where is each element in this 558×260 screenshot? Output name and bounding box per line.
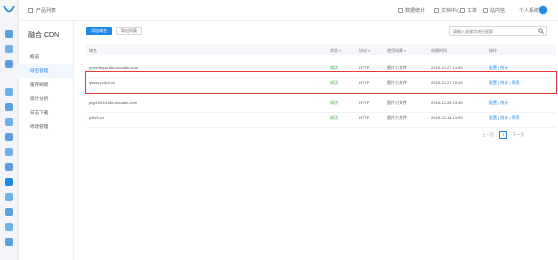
protocol-cell: HTTP [359,80,370,85]
status-badge: 成功 [330,80,338,85]
main-content: 添加域名 导出列表 域名 状态 ▿ 协议 ▿ 使用场景 ▿ 创建时间 操作 pu… [74,20,558,260]
prev-page-button[interactable]: 上一页 [482,132,494,137]
compute-icon[interactable] [5,45,13,53]
dns-icon[interactable] [5,193,13,201]
breadcrumb[interactable]: 产品列表 [28,7,56,14]
scene-cell: 图片小文件 [387,100,407,105]
ticket-link[interactable]: 工单 [460,7,477,14]
logo-icon [3,5,15,13]
domain-cell[interactable]: pubs4tepa.bkt.clouddn.com [89,65,138,70]
protocol-cell: HTTP [359,115,370,120]
grid-icon [28,8,33,13]
sidebar-menu: 概览 域名管理 缓存刷新 统计分析 日志下载 修改管理 [18,50,73,134]
created-cell: 2018-12-18 13:50 [431,115,463,120]
domain-cell[interactable]: pdiv4.cn [89,115,104,120]
tools-icon[interactable] [5,223,13,231]
filter-icon: ▿ [404,48,407,53]
top-bar: 产品列表 数据统计 文档中心 工单 站内信 个人系统 ▾ [18,0,558,21]
status-badge: 成功 [330,115,338,120]
ops-cell[interactable]: 配置 | 统计 | 停用 [489,115,520,121]
sidebar-item-logs[interactable]: 日志下载 [18,106,73,120]
col-ops: 操作 [489,48,497,53]
media-icon[interactable] [5,148,13,156]
icon-rail [0,0,19,260]
table-row: pdiv4.cn 成功 HTTP 图片小文件 2018-12-18 13:50 … [86,107,556,128]
created-cell: 2018-12-28 13:45 [431,100,463,105]
bell-icon [483,8,488,13]
stats-link[interactable]: 数据统计 [398,7,425,14]
current-page[interactable]: 1 [499,131,508,139]
col-protocol[interactable]: 协议 ▿ [359,48,370,54]
sidebar-item-refresh[interactable]: 缓存刷新 [18,78,73,92]
table-row-highlighted: qssss.pdiv4.cn 成功 HTTP 图片小文件 2018-12-27 … [85,71,557,94]
next-page-button[interactable]: 下一页 [512,132,524,137]
col-status[interactable]: 状态 ▿ [330,48,341,54]
ssl-icon[interactable] [5,208,13,216]
database-icon[interactable] [5,88,13,96]
col-created: 创建时间 [431,48,447,53]
add-domain-button[interactable]: 添加域名 [86,27,112,35]
sidebar-item-analytics[interactable]: 统计分析 [18,92,73,106]
chart-icon [398,8,403,13]
ops-cell[interactable]: 配置 | 统计 | 停用 [489,80,520,86]
doc-icon [434,8,439,13]
domain-cell[interactable]: pqp1d944.bkt.clouddn.com [89,100,137,105]
avatar[interactable] [538,5,548,15]
cdn-icon[interactable] [5,178,13,186]
ops-cell[interactable]: 配置 | 统计 [489,65,508,71]
scene-cell: 图片小文件 [387,80,407,85]
docs-link[interactable]: 文档中心 [434,7,461,14]
security-icon[interactable] [5,118,13,126]
analytics-icon[interactable] [5,133,13,141]
filter-icon: ▿ [368,48,371,53]
sidebar-item-domains[interactable]: 域名管理 [18,64,73,78]
product-icon[interactable] [5,30,13,38]
storage-icon[interactable] [5,60,13,68]
status-badge: 成功 [330,65,338,70]
table-header: 域名 状态 ▿ 协议 ▿ 使用场景 ▿ 创建时间 操作 [86,44,556,55]
scene-cell: 图片小文件 [387,115,407,120]
status-badge: 成功 [330,100,338,105]
pagination: 上一页 1 下一页 [482,131,524,139]
filter-icon: ▿ [339,48,342,53]
network-icon[interactable] [5,103,13,111]
col-scene[interactable]: 使用场景 ▿ [387,48,406,54]
ticket-icon [460,8,465,13]
settings-icon[interactable] [5,238,13,246]
search-box [449,26,547,36]
domain-cell[interactable]: qssss.pdiv4.cn [89,80,115,85]
created-cell: 2018-12-27 15:45 [431,80,463,85]
cdn-sidebar: 融合 CDN 概览 域名管理 缓存刷新 统计分析 日志下载 修改管理 [18,20,74,260]
protocol-cell: HTTP [359,100,370,105]
monitor-icon[interactable] [5,163,13,171]
search-input[interactable] [450,27,536,35]
search-icon[interactable] [538,28,544,34]
col-domain: 域名 [89,48,97,53]
created-cell: 2018-12-27 14:59 [431,65,463,70]
message-link[interactable]: 站内信 [483,7,505,14]
sidebar-item-modify[interactable]: 修改管理 [18,120,73,134]
ops-cell[interactable]: 配置 | 统计 [489,100,508,106]
sidebar-title: 融合 CDN [28,32,60,39]
export-list-button[interactable]: 导出列表 [116,27,142,35]
protocol-cell: HTTP [359,65,370,70]
scene-cell: 图片小文件 [387,65,407,70]
sidebar-item-overview[interactable]: 概览 [18,50,73,64]
